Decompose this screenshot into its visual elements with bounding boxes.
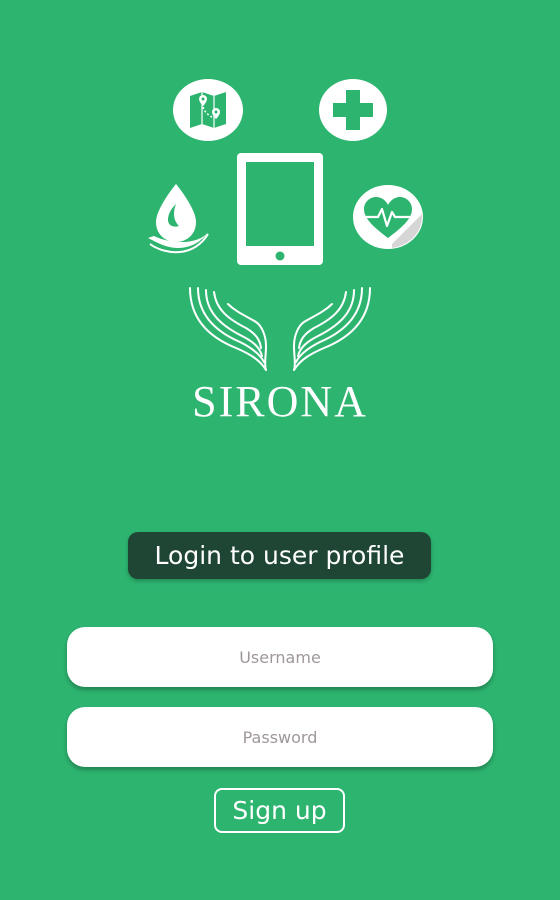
brand-name: SIRONA — [192, 377, 368, 426]
signup-button[interactable]: Sign up — [214, 788, 345, 833]
caring-hands-icon — [186, 286, 374, 372]
sirona-logo: SIRONA — [0, 0, 560, 440]
username-input[interactable] — [67, 627, 493, 687]
medical-cross-icon — [318, 78, 388, 142]
login-title: Login to user profile — [128, 532, 431, 579]
water-drop-hand-icon — [146, 182, 210, 254]
tablet-icon — [236, 152, 324, 266]
password-input[interactable] — [67, 707, 493, 767]
password-field-container — [67, 707, 493, 767]
login-screen: SIRONA Login to user profile Sign up — [0, 0, 560, 900]
username-field-container — [67, 627, 493, 687]
map-pin-icon — [172, 78, 244, 142]
heartbeat-icon — [352, 184, 424, 250]
